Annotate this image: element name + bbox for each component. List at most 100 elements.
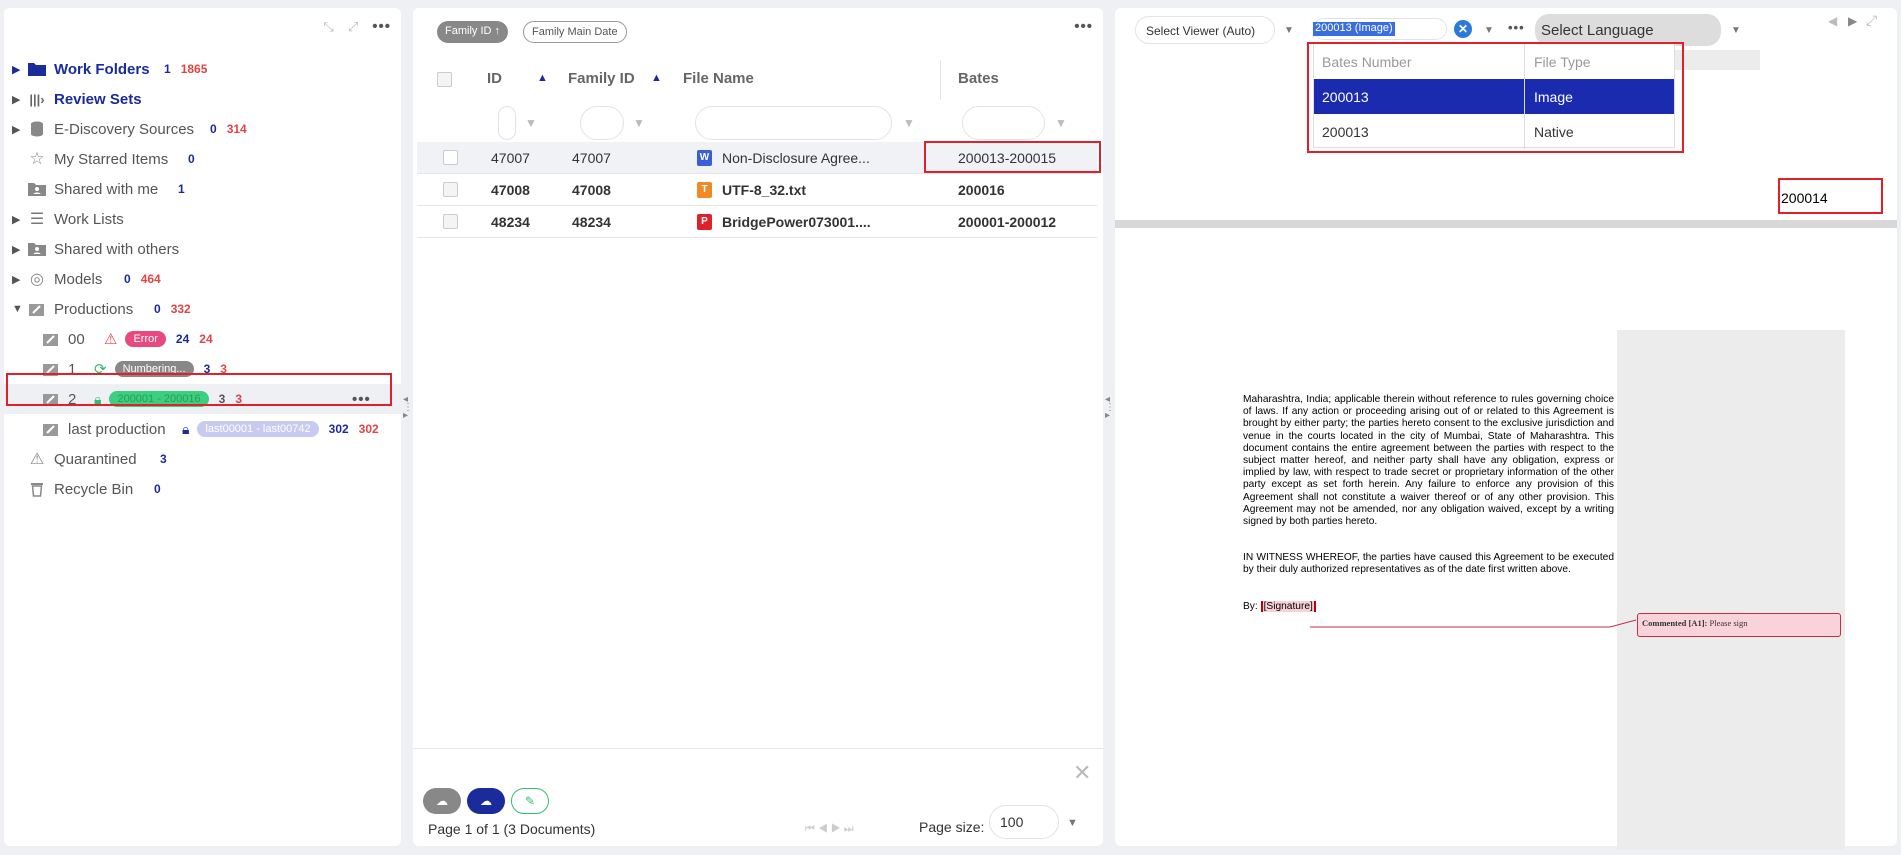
filter-icon[interactable]: ▼ bbox=[633, 116, 645, 130]
select-all-checkbox[interactable] bbox=[437, 72, 452, 87]
sort-chip-family-date[interactable]: Family Main Date bbox=[523, 21, 627, 43]
chevron-down-icon[interactable]: ▼ bbox=[1067, 817, 1078, 829]
column-header-bates[interactable]: Bates bbox=[958, 70, 999, 87]
column-header-file-name[interactable]: File Name bbox=[683, 70, 754, 87]
expand-caret-icon[interactable]: ▶ bbox=[12, 243, 20, 256]
clear-icon[interactable]: ✕ bbox=[1454, 20, 1472, 38]
tree-item-label: 00 bbox=[68, 330, 85, 348]
word-file-icon: W bbox=[697, 150, 712, 166]
tree-item-ediscovery-sources[interactable]: ▶ E-Discovery Sources 0 314 bbox=[4, 114, 401, 144]
expand-caret-icon[interactable]: ▶ bbox=[12, 123, 20, 136]
navigation-panel: ⤡ ⤢ ••• ▶ Work Folders 1 1865 ▶ |||› Revi… bbox=[4, 8, 401, 846]
production-icon bbox=[40, 330, 62, 348]
production-icon bbox=[26, 300, 48, 318]
tree-item-label: My Starred Items bbox=[54, 150, 169, 168]
chevron-down-icon[interactable]: ▼ bbox=[1284, 25, 1294, 36]
highlight-box bbox=[1778, 178, 1883, 214]
column-header-family-id[interactable]: Family ID bbox=[568, 70, 635, 87]
next-page-icon[interactable]: ▶ bbox=[1848, 14, 1857, 28]
expand-caret-icon[interactable]: ▶ bbox=[12, 93, 20, 106]
id-filter-input[interactable] bbox=[498, 106, 516, 140]
cell-id: 47007 bbox=[491, 150, 530, 166]
chevron-down-icon[interactable]: ▼ bbox=[1731, 25, 1741, 36]
expand-icon[interactable]: ⤢ bbox=[348, 19, 358, 35]
splitter-handle[interactable]: ◂ ⋮ ▸ bbox=[1105, 395, 1115, 421]
comment-margin bbox=[1617, 330, 1845, 850]
tree-item-work-lists[interactable]: ▶ ☰ Work Lists bbox=[4, 204, 401, 234]
edit-button[interactable]: ✎ bbox=[511, 788, 549, 814]
table-row[interactable]: 47008 47008 T UTF-8_32.txt 200016 bbox=[417, 174, 1097, 206]
tree-item-label: E-Discovery Sources bbox=[54, 120, 195, 138]
upload-button[interactable]: ☁ bbox=[467, 788, 505, 814]
table-row[interactable]: 48234 48234 P BridgePower073001.... 2000… bbox=[417, 206, 1097, 238]
status-badge: Error bbox=[125, 331, 166, 347]
pager-nav-icons[interactable]: ⏮ ◀ ▶ ⏭ bbox=[805, 823, 854, 836]
row-checkbox[interactable] bbox=[443, 182, 458, 197]
column-header-id[interactable]: ID bbox=[487, 70, 502, 87]
count-blue: 1 bbox=[164, 62, 171, 76]
tree-item-production-00[interactable]: 00 ⚠ Error 24 24 bbox=[4, 324, 401, 354]
tree-item-productions[interactable]: ▼ Productions 0 332 bbox=[4, 294, 401, 324]
tree-item-shared-with-others[interactable]: ▶ Shared with others bbox=[4, 234, 401, 264]
count-red: 314 bbox=[226, 122, 247, 136]
expand-caret-icon[interactable]: ▶ bbox=[12, 63, 20, 76]
cell-id: 47008 bbox=[491, 182, 530, 198]
page-size-select[interactable]: 100 bbox=[989, 805, 1059, 839]
tree-item-last-production[interactable]: last production 🔒︎ last00001 - last00742… bbox=[4, 414, 401, 444]
cell-file-name[interactable]: UTF-8_32.txt bbox=[722, 182, 806, 198]
sort-chip-family-id[interactable]: Family ID ↑ bbox=[437, 21, 508, 43]
more-options-icon[interactable]: ••• bbox=[1508, 20, 1525, 35]
file-name-filter-input[interactable] bbox=[695, 106, 892, 140]
star-icon: ☆ bbox=[29, 149, 45, 168]
count-blue: 24 bbox=[175, 332, 190, 346]
collapse-icon[interactable]: ⤡ bbox=[323, 19, 333, 35]
more-options-icon[interactable]: ••• bbox=[372, 18, 391, 35]
tree-item-starred[interactable]: ☆ My Starred Items 0 bbox=[4, 144, 401, 174]
download-button[interactable]: ☁ bbox=[423, 788, 461, 814]
tree-item-quarantined[interactable]: ⚠ Quarantined 3 bbox=[4, 444, 401, 474]
viewer-select[interactable]: Select Viewer (Auto) bbox=[1135, 16, 1275, 44]
shared-folder-icon bbox=[26, 240, 48, 258]
tree-item-work-folders[interactable]: ▶ Work Folders 1 1865 bbox=[4, 54, 401, 84]
sort-asc-icon[interactable]: ▲ bbox=[651, 72, 662, 84]
tree-item-recycle-bin[interactable]: Recycle Bin 0 bbox=[4, 474, 401, 504]
count-blue: 0 bbox=[210, 122, 217, 136]
filter-icon[interactable]: ▼ bbox=[525, 116, 537, 130]
row-checkbox[interactable] bbox=[443, 150, 458, 165]
expand-caret-icon[interactable]: ▶ bbox=[12, 213, 20, 226]
family-id-filter-input[interactable] bbox=[580, 106, 624, 140]
fingerprint-icon: ◎ bbox=[30, 271, 44, 288]
highlight-box bbox=[924, 141, 1101, 173]
close-icon[interactable]: ✕ bbox=[1073, 760, 1091, 786]
count-red: 302 bbox=[358, 422, 379, 436]
more-options-icon[interactable]: ••• bbox=[1074, 18, 1093, 35]
sort-asc-icon[interactable]: ▲ bbox=[537, 72, 548, 84]
expand-caret-icon[interactable]: ▶ bbox=[12, 273, 20, 286]
chevron-down-icon[interactable]: ▼ bbox=[1484, 25, 1494, 36]
expand-icon[interactable]: ⤢ bbox=[1866, 12, 1877, 29]
count-blue: 0 bbox=[188, 152, 195, 166]
lock-icon: 🔒︎ bbox=[182, 420, 190, 437]
filter-icon[interactable]: ▼ bbox=[903, 116, 915, 130]
filter-icon[interactable]: ▼ bbox=[1055, 116, 1067, 130]
signature-placeholder[interactable]: [Signature] bbox=[1260, 600, 1316, 612]
splitter-handle[interactable]: ◂ ⋮ ▸ bbox=[403, 395, 413, 421]
folder-icon bbox=[26, 60, 48, 78]
cell-file-name[interactable]: Non-Disclosure Agree... bbox=[722, 150, 870, 166]
document-list-panel: Family ID ↑ Family Main Date ••• ID ▲ Fa… bbox=[413, 8, 1103, 846]
page-info: Page 1 of 1 (3 Documents) bbox=[428, 821, 596, 837]
tree-item-shared-with-me[interactable]: Shared with me 1 bbox=[4, 174, 401, 204]
tree-item-label: Models bbox=[54, 270, 103, 288]
bates-filter-input[interactable] bbox=[962, 106, 1045, 140]
prev-page-icon[interactable]: ◀ bbox=[1828, 14, 1837, 28]
count-blue: 302 bbox=[328, 422, 349, 436]
row-checkbox[interactable] bbox=[443, 214, 458, 229]
cell-family-id: 48234 bbox=[572, 214, 611, 230]
comment-balloon[interactable]: Commented [A1]: Please sign bbox=[1637, 613, 1841, 637]
tree-item-models[interactable]: ▶ ◎ Models 0 464 bbox=[4, 264, 401, 294]
collapse-caret-icon[interactable]: ▼ bbox=[12, 303, 23, 315]
cell-file-name[interactable]: BridgePower073001.... bbox=[722, 214, 871, 230]
count-red: 332 bbox=[170, 302, 191, 316]
tree-item-review-sets[interactable]: ▶ |||› Review Sets bbox=[4, 84, 401, 114]
tree-item-label: Review Sets bbox=[54, 90, 142, 108]
